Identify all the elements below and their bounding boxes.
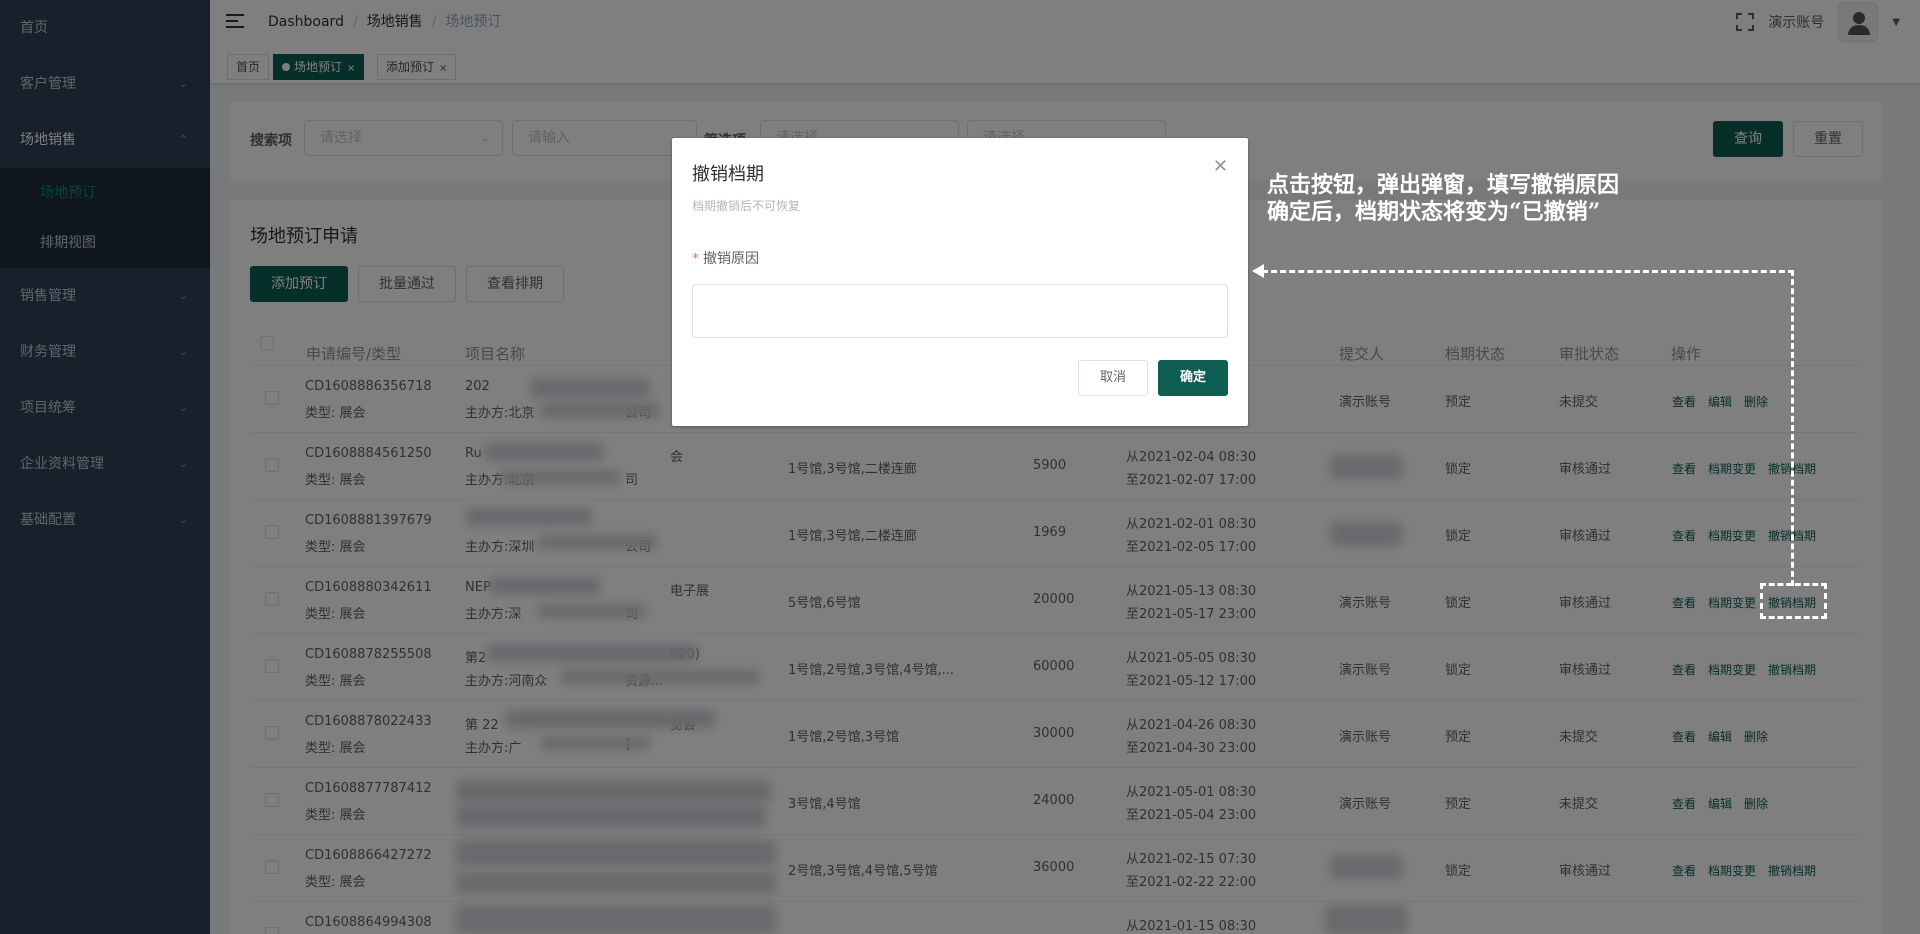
annotation-line: 点击按钮，弹出弹窗，填写撤销原因 [1267, 172, 1620, 198]
revoke-reason-label-text: 撤销原因 [703, 251, 759, 267]
revoke-schedule-dialog: 撤销档期 ✕ 档期撤销后不可恢复 * 撤销原因 取消 确定 [672, 138, 1248, 426]
cancel-button[interactable]: 取消 [1078, 360, 1148, 396]
annotation-line: 确定后，档期状态将变为“已撤销” [1267, 199, 1601, 225]
confirm-button[interactable]: 确定 [1158, 360, 1228, 396]
annotation-arrow-line [1262, 270, 1794, 273]
close-icon[interactable]: ✕ [1213, 156, 1228, 177]
dialog-hint: 档期撤销后不可恢复 [692, 199, 801, 213]
required-mark: * [692, 251, 699, 267]
annotation-text: 点击按钮，弹出弹窗，填写撤销原因 确定后，档期状态将变为“已撤销” [1267, 172, 1687, 226]
dialog-title: 撤销档期 [692, 164, 764, 185]
annotation-highlight-box [1760, 583, 1827, 619]
annotation-arrow-line [1791, 270, 1794, 586]
arrow-left-icon [1252, 264, 1264, 278]
revoke-reason-textarea[interactable] [692, 284, 1228, 338]
revoke-reason-label: * 撤销原因 [692, 248, 759, 268]
